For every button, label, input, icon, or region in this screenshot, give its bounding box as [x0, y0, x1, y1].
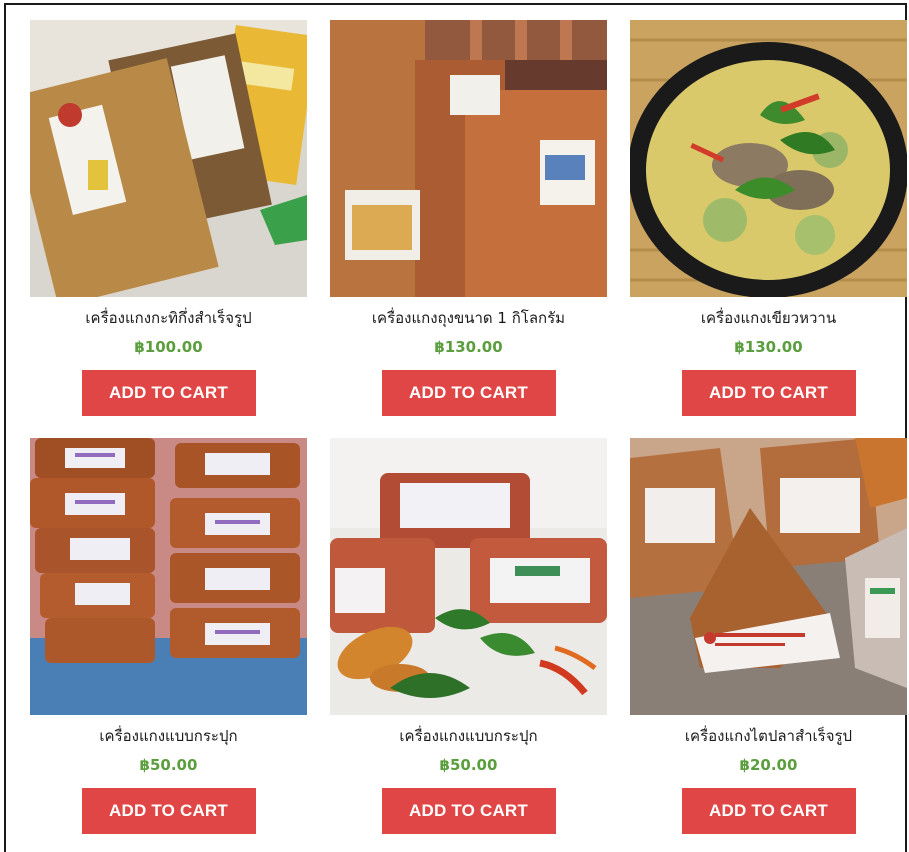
add-to-cart-button[interactable]: ADD TO CART — [81, 370, 256, 416]
curry-paste-tubs-image[interactable] — [30, 438, 307, 715]
curry-paste-bags-image[interactable] — [30, 20, 307, 297]
add-to-cart-button[interactable]: ADD TO CART — [381, 788, 556, 834]
product-card: เครื่องแกงแบบกระปุก ฿50.00 ADD TO CART — [330, 438, 607, 834]
add-to-cart-button[interactable]: ADD TO CART — [381, 370, 556, 416]
product-card: เครื่องแกงแบบกระปุก ฿50.00 ADD TO CART — [30, 438, 307, 834]
product-title[interactable]: เครื่องแกงเขียวหวาน — [701, 307, 836, 329]
product-price: ฿130.00 — [434, 338, 503, 356]
product-price: ฿100.00 — [134, 338, 203, 356]
product-price: ฿50.00 — [439, 756, 498, 774]
product-card: เครื่องแกงเขียวหวาน ฿130.00 ADD TO CART — [630, 20, 907, 416]
product-grid: เครื่องแกงกะทิกึ่งสำเร็จรูป ฿100.00 ADD … — [30, 20, 907, 834]
product-price: ฿130.00 — [734, 338, 803, 356]
product-title[interactable]: เครื่องแกงกะทิกึ่งสำเร็จรูป — [85, 307, 251, 329]
product-title[interactable]: เครื่องแกงไตปลาสำเร็จรูป — [685, 725, 852, 747]
product-card: เครื่องแกงไตปลาสำเร็จรูป ฿20.00 ADD TO C… — [630, 438, 907, 834]
green-curry-bowl-image[interactable] — [630, 20, 907, 297]
add-to-cart-button[interactable]: ADD TO CART — [681, 370, 856, 416]
product-title[interactable]: เครื่องแกงแบบกระปุก — [99, 725, 237, 747]
product-card: เครื่องแกงกะทิกึ่งสำเร็จรูป ฿100.00 ADD … — [30, 20, 307, 416]
product-price: ฿20.00 — [739, 756, 798, 774]
curry-paste-tubs-with-herbs-image[interactable] — [330, 438, 607, 715]
curry-paste-kilo-bags-image[interactable] — [330, 20, 607, 297]
fish-curry-paste-packs-image[interactable] — [630, 438, 907, 715]
product-title[interactable]: เครื่องแกงถุงขนาด 1 กิโลกรัม — [372, 307, 565, 329]
product-price: ฿50.00 — [139, 756, 198, 774]
add-to-cart-button[interactable]: ADD TO CART — [681, 788, 856, 834]
product-card: เครื่องแกงถุงขนาด 1 กิโลกรัม ฿130.00 ADD… — [330, 20, 607, 416]
product-title[interactable]: เครื่องแกงแบบกระปุก — [399, 725, 537, 747]
add-to-cart-button[interactable]: ADD TO CART — [81, 788, 256, 834]
